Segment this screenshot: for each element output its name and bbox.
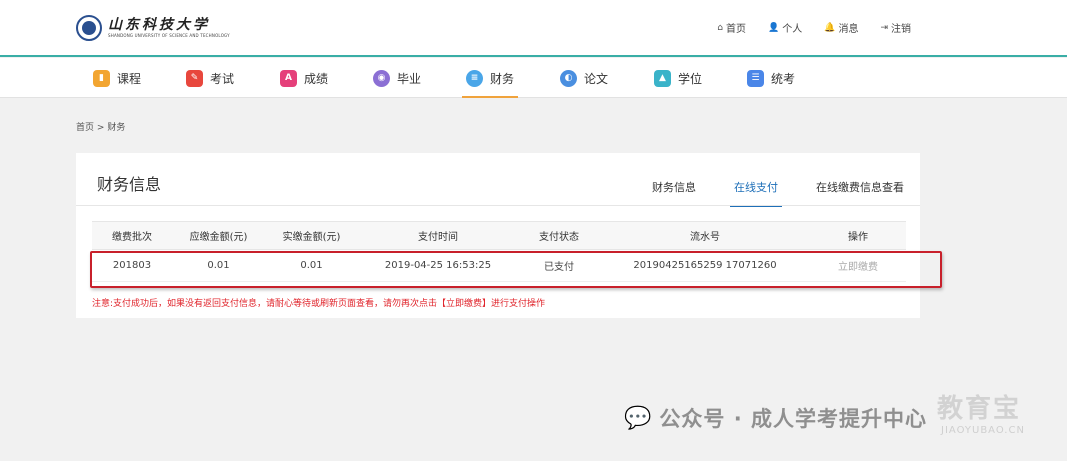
bell-icon: 🔔 [824, 22, 836, 33]
tab-online-payment[interactable]: 在线支付 [730, 179, 782, 207]
table-row: 201803 0.01 0.01 2019-04-25 16:53:25 已支付… [92, 249, 906, 282]
breadcrumb-home-link[interactable]: 首页 [76, 123, 94, 133]
module-label: 成绩 [304, 71, 329, 86]
top-header: 山东科技大学 SHANDONG UNIVERSITY OF SCIENCE AN… [0, 0, 1067, 57]
module-score[interactable]: A 成绩 [280, 58, 328, 98]
cell-paid-amount: 0.01 [265, 249, 358, 282]
table-header-row: 缴费批次 应缴金额(元) 实缴金额(元) 支付时间 支付状态 流水号 操作 [92, 221, 906, 250]
topnav-label: 注销 [891, 24, 911, 35]
page-title: 财务信息 [97, 175, 162, 194]
topnav-label: 消息 [838, 24, 859, 35]
topnav-profile-link[interactable]: 👤 个人 [768, 20, 803, 36]
finance-panel: 财务信息 财务信息 在线支付 在线缴费信息查看 缴费批次 应缴金额(元) 实缴金… [76, 153, 920, 318]
graduation-icon: ◉ [373, 69, 390, 87]
logout-icon: ⇥ [880, 22, 888, 33]
col-header-time: 支付时间 [358, 221, 518, 250]
watermark-brand: 教育宝 [937, 394, 1022, 424]
degree-cap-icon: ▲ [654, 69, 671, 87]
module-label: 财务 [490, 71, 515, 86]
module-graduation[interactable]: ◉ 毕业 [373, 58, 421, 98]
module-degree[interactable]: ▲ 学位 [654, 58, 702, 98]
module-paper[interactable]: ◐ 论文 [560, 58, 608, 98]
top-nav: ⌂ 首页 👤 个人 🔔 消息 ⇥ 注销 [717, 20, 911, 36]
pay-now-button[interactable]: 立即缴费 [810, 249, 906, 282]
user-icon: 👤 [768, 22, 780, 33]
watermark: 💬 公众号 · 成人学考提升中心 [624, 403, 927, 433]
cell-batch: 201803 [92, 249, 172, 282]
watermark-brand-domain: JIAOYUBAO.CN [941, 425, 1025, 436]
module-label: 学位 [678, 71, 703, 86]
module-nav: ▮ 课程 ✎ 考试 A 成绩 ◉ 毕业 ≡ 财务 ◐ 论文 ▲ 学位 ☰ 统考 [0, 58, 1067, 98]
module-unified-exam[interactable]: ☰ 统考 [747, 58, 795, 98]
breadcrumb: 首页 > 财务 [76, 120, 125, 133]
module-label: 论文 [584, 71, 609, 86]
tab-finance-info[interactable]: 财务信息 [652, 179, 696, 207]
topnav-messages-link[interactable]: 🔔 消息 [824, 20, 859, 36]
logo-name-cn: 山东科技大学 [108, 17, 210, 33]
course-icon: ▮ [93, 69, 110, 87]
module-finance[interactable]: ≡ 财务 [461, 58, 519, 98]
breadcrumb-current: 财务 [107, 123, 126, 133]
university-emblem-icon [76, 15, 102, 41]
panel-tabs: 财务信息 在线支付 在线缴费信息查看 [652, 179, 904, 207]
score-icon: A [280, 69, 297, 87]
breadcrumb-separator: > [96, 123, 105, 133]
cell-due-amount: 0.01 [172, 249, 265, 282]
cell-pay-time: 2019-04-25 16:53:25 [358, 249, 518, 282]
module-label: 考试 [210, 71, 235, 86]
topnav-home-link[interactable]: ⌂ 首页 [717, 20, 747, 36]
logo-name-en: SHANDONG UNIVERSITY OF SCIENCE AND TECHN… [108, 33, 230, 38]
module-label: 课程 [117, 71, 142, 86]
home-icon: ⌂ [717, 22, 724, 33]
module-course[interactable]: ▮ 课程 [93, 58, 141, 98]
watermark-text: 公众号 · 成人学考提升中心 [659, 407, 928, 431]
payment-notice: 注意:支付成功后，如果没有返回支付信息，请耐心等待或刷新页面查看，请勿再次点击【… [92, 299, 546, 309]
module-label: 统考 [771, 71, 796, 86]
col-header-paid: 实缴金额(元) [265, 221, 358, 250]
wechat-icon: 💬 [624, 405, 652, 431]
col-header-batch: 缴费批次 [92, 221, 172, 250]
panel-divider [76, 205, 920, 206]
finance-icon: ≡ [466, 69, 483, 87]
module-exam[interactable]: ✎ 考试 [186, 58, 234, 98]
col-header-action: 操作 [810, 221, 906, 250]
payment-table: 缴费批次 应缴金额(元) 实缴金额(元) 支付时间 支付状态 流水号 操作 20… [92, 221, 906, 282]
topnav-logout-link[interactable]: ⇥ 注销 [880, 20, 911, 36]
topnav-label: 个人 [782, 24, 803, 35]
module-label: 毕业 [397, 71, 422, 86]
tab-payment-records[interactable]: 在线缴费信息查看 [816, 179, 904, 207]
col-header-status: 支付状态 [518, 221, 600, 250]
cell-serial-number: 20190425165259 17071260 [600, 249, 810, 282]
paper-icon: ◐ [560, 69, 577, 87]
topnav-label: 首页 [726, 24, 747, 35]
cell-pay-status: 已支付 [518, 249, 600, 282]
col-header-serial: 流水号 [600, 221, 810, 250]
university-logo[interactable]: 山东科技大学 SHANDONG UNIVERSITY OF SCIENCE AN… [76, 15, 230, 41]
exam-icon: ✎ [186, 69, 203, 87]
unified-exam-icon: ☰ [747, 69, 764, 87]
col-header-due: 应缴金额(元) [172, 221, 265, 250]
